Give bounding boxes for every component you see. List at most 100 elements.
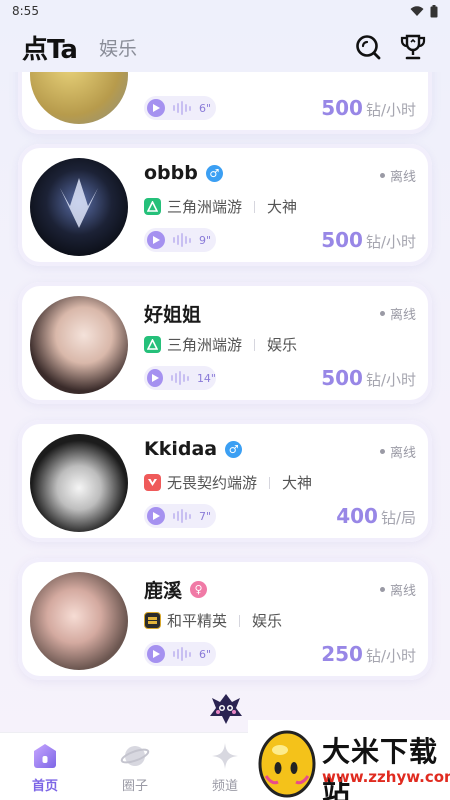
name-row: Kkidaa ♂ bbox=[144, 438, 243, 460]
male-icon: ♂ bbox=[225, 440, 243, 458]
battery-icon bbox=[430, 4, 438, 17]
game-name: 三角洲端游 bbox=[167, 198, 243, 216]
waveform-icon bbox=[173, 101, 191, 115]
player-card[interactable]: obbb ♂ 离线 三角洲端游 大神 9" 500 钻/小时 bbox=[18, 144, 432, 266]
avatar bbox=[30, 72, 128, 124]
game-row: 和平精英 娱乐 bbox=[144, 610, 282, 631]
game-row: 三角洲端游 大神 bbox=[144, 196, 297, 217]
voice-preview-button[interactable]: 7" bbox=[144, 504, 216, 528]
tab-entertainment[interactable]: 娱乐 bbox=[99, 34, 137, 61]
waveform-icon bbox=[173, 233, 191, 247]
avatar bbox=[30, 572, 128, 670]
tab-label: 频道 bbox=[211, 779, 238, 794]
name-row: 鹿溪 ♀ bbox=[144, 576, 208, 603]
tab-label: 首页 bbox=[31, 779, 58, 794]
tab-home[interactable]: 首页 bbox=[15, 741, 75, 794]
player-name: 鹿溪 bbox=[144, 580, 183, 602]
category: 大神 bbox=[267, 198, 298, 216]
brand-title[interactable]: 点Ta bbox=[22, 29, 78, 66]
female-icon: ♀ bbox=[190, 581, 208, 598]
price-unit: 钻/小时 bbox=[365, 371, 416, 389]
price-unit: 钻/小时 bbox=[365, 101, 416, 119]
category: 娱乐 bbox=[252, 612, 283, 630]
play-icon bbox=[147, 231, 165, 249]
price-value: 400 bbox=[336, 504, 378, 528]
watermark-url: www.zzhyw.com bbox=[322, 768, 450, 786]
avatar bbox=[30, 296, 128, 394]
avatar bbox=[30, 434, 128, 532]
status-icons bbox=[410, 4, 438, 18]
online-status: 离线 bbox=[379, 580, 416, 599]
game-name: 和平精英 bbox=[167, 612, 228, 630]
valorant-game-icon bbox=[144, 474, 161, 491]
category: 大神 bbox=[282, 474, 313, 492]
online-status: 离线 bbox=[379, 304, 416, 323]
game-row: 无畏契约端游 大神 bbox=[144, 472, 312, 493]
price: 500 钻/小时 bbox=[321, 228, 416, 252]
play-icon bbox=[147, 507, 165, 525]
waveform-icon bbox=[173, 647, 191, 661]
game-row: 三角洲端游 娱乐 bbox=[144, 334, 297, 355]
header-actions bbox=[354, 32, 428, 62]
voice-preview-button[interactable]: 6" bbox=[144, 642, 216, 666]
sparkle-icon bbox=[212, 743, 238, 769]
peace-elite-game-icon bbox=[144, 612, 161, 629]
voice-preview-button[interactable]: 9" bbox=[144, 228, 216, 252]
price-unit: 钻/小时 bbox=[365, 233, 416, 251]
home-icon bbox=[34, 744, 56, 768]
watermark-title: 大米下载站 bbox=[322, 735, 439, 800]
play-icon bbox=[147, 99, 165, 117]
player-card[interactable]: Kkidaa ♂ 离线 无畏契约端游 大神 7" 400 钻/局 bbox=[18, 420, 432, 542]
watermark: 大米下载站 www.zzhyw.com bbox=[248, 720, 450, 800]
delta-game-icon bbox=[144, 198, 161, 215]
wifi-icon bbox=[410, 5, 424, 16]
search-icon[interactable] bbox=[354, 33, 382, 61]
price-value: 500 bbox=[321, 96, 363, 120]
price-value: 250 bbox=[321, 642, 363, 666]
player-name: 好姐姐 bbox=[144, 304, 202, 326]
play-icon bbox=[147, 369, 163, 387]
price-value: 500 bbox=[321, 366, 363, 390]
waveform-icon bbox=[170, 371, 189, 385]
price-unit: 钻/小时 bbox=[365, 647, 416, 665]
tab-channel[interactable]: 频道 bbox=[195, 741, 255, 794]
voice-duration: 6" bbox=[199, 101, 212, 115]
online-status: 离线 bbox=[379, 166, 416, 185]
name-row: obbb ♂ bbox=[144, 162, 223, 184]
price-unit: 钻/局 bbox=[380, 509, 416, 527]
price-value: 500 bbox=[321, 228, 363, 252]
planet-icon bbox=[120, 746, 150, 766]
play-icon bbox=[147, 645, 165, 663]
voice-preview-button[interactable]: 14" bbox=[144, 366, 216, 390]
voice-preview-button[interactable]: 6" bbox=[144, 96, 216, 120]
voice-duration: 7" bbox=[199, 509, 212, 523]
status-time: 8:55 bbox=[12, 4, 39, 18]
trophy-icon[interactable] bbox=[398, 32, 428, 62]
avatar bbox=[30, 158, 128, 256]
tab-circle[interactable]: 圈子 bbox=[105, 741, 165, 794]
voice-duration: 6" bbox=[199, 647, 212, 661]
player-card[interactable]: 6" 500 钻/小时 bbox=[18, 72, 432, 134]
name-row: 好姐姐 bbox=[144, 300, 201, 327]
player-feed: 6" 500 钻/小时 obbb ♂ 离线 三角洲端游 大神 9" 500 钻/… bbox=[0, 72, 450, 712]
player-card[interactable]: 好姐姐 离线 三角洲端游 娱乐 14" 500 钻/小时 bbox=[18, 282, 432, 404]
watermark-logo bbox=[258, 730, 316, 798]
online-status: 离线 bbox=[379, 442, 416, 461]
player-name: obbb bbox=[144, 162, 198, 184]
player-card[interactable]: 鹿溪 ♀ 离线 和平精英 娱乐 6" 250 钻/小时 bbox=[18, 558, 432, 680]
tab-label: 圈子 bbox=[121, 779, 148, 794]
delta-game-icon bbox=[144, 336, 161, 353]
male-icon: ♂ bbox=[205, 164, 223, 182]
game-name: 三角洲端游 bbox=[167, 336, 243, 354]
status-bar: 8:55 bbox=[0, 0, 450, 22]
category: 娱乐 bbox=[267, 336, 298, 354]
voice-duration: 9" bbox=[199, 233, 212, 247]
app-header: 点Ta 娱乐 bbox=[0, 22, 450, 72]
voice-duration: 14" bbox=[196, 371, 216, 385]
price: 250 钻/小时 bbox=[321, 642, 416, 666]
mascot-icon[interactable] bbox=[206, 690, 246, 726]
game-name: 无畏契约端游 bbox=[167, 474, 258, 492]
price: 400 钻/局 bbox=[336, 504, 416, 528]
waveform-icon bbox=[173, 509, 191, 523]
player-name: Kkidaa bbox=[144, 438, 218, 460]
